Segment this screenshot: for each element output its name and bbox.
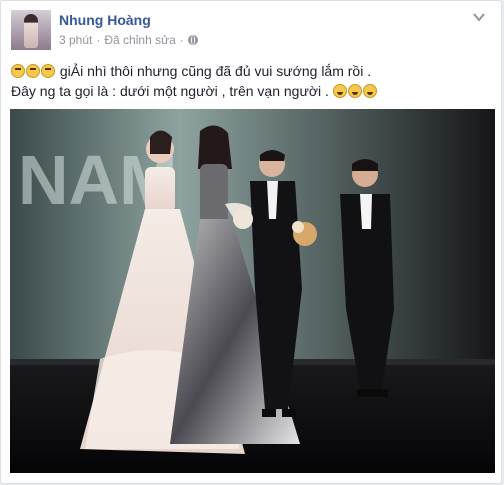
post-line-1-text: giẢi nhì thôi nhưng cũng đã đủ vui sướng… — [56, 63, 372, 79]
post-meta: 3 phút · Đã chỉnh sửa · — [59, 33, 198, 47]
chevron-down-icon[interactable] — [473, 12, 485, 22]
laughing-face-icon — [362, 84, 377, 98]
laughing-face-icon — [332, 84, 347, 98]
post-line-1: giẢi nhì thôi nhưng cũng đã đủ vui sướng… — [11, 61, 493, 81]
avatar-figure — [24, 14, 38, 48]
post-time[interactable]: 3 phút — [59, 33, 92, 47]
avatar[interactable] — [11, 10, 51, 50]
meta-separator: · — [96, 33, 101, 47]
crying-face-icon — [41, 64, 55, 78]
post-line-2-text: Đây ng ta gọi là : dưới một người , trên… — [11, 83, 333, 99]
post-line-2: Đây ng ta gọi là : dưới một người , trên… — [11, 81, 493, 101]
crying-face-icon — [11, 64, 25, 78]
post-photo[interactable]: NAM — [10, 109, 495, 473]
globe-icon[interactable] — [187, 35, 198, 45]
post-header: Nhung Hoàng 3 phút · Đã chỉnh sửa · — [11, 10, 491, 52]
author-name[interactable]: Nhung Hoàng — [59, 12, 151, 28]
laughing-face-icon — [347, 84, 362, 98]
edited-label[interactable]: Đã chỉnh sửa — [104, 33, 175, 47]
crying-face-icon — [26, 64, 40, 78]
post-text: giẢi nhì thôi nhưng cũng đã đủ vui sướng… — [11, 61, 493, 101]
meta-separator-2: · — [179, 33, 184, 47]
post-card: Nhung Hoàng 3 phút · Đã chỉnh sửa · giẢi… — [0, 0, 502, 484]
photo-scene: NAM — [10, 109, 495, 473]
